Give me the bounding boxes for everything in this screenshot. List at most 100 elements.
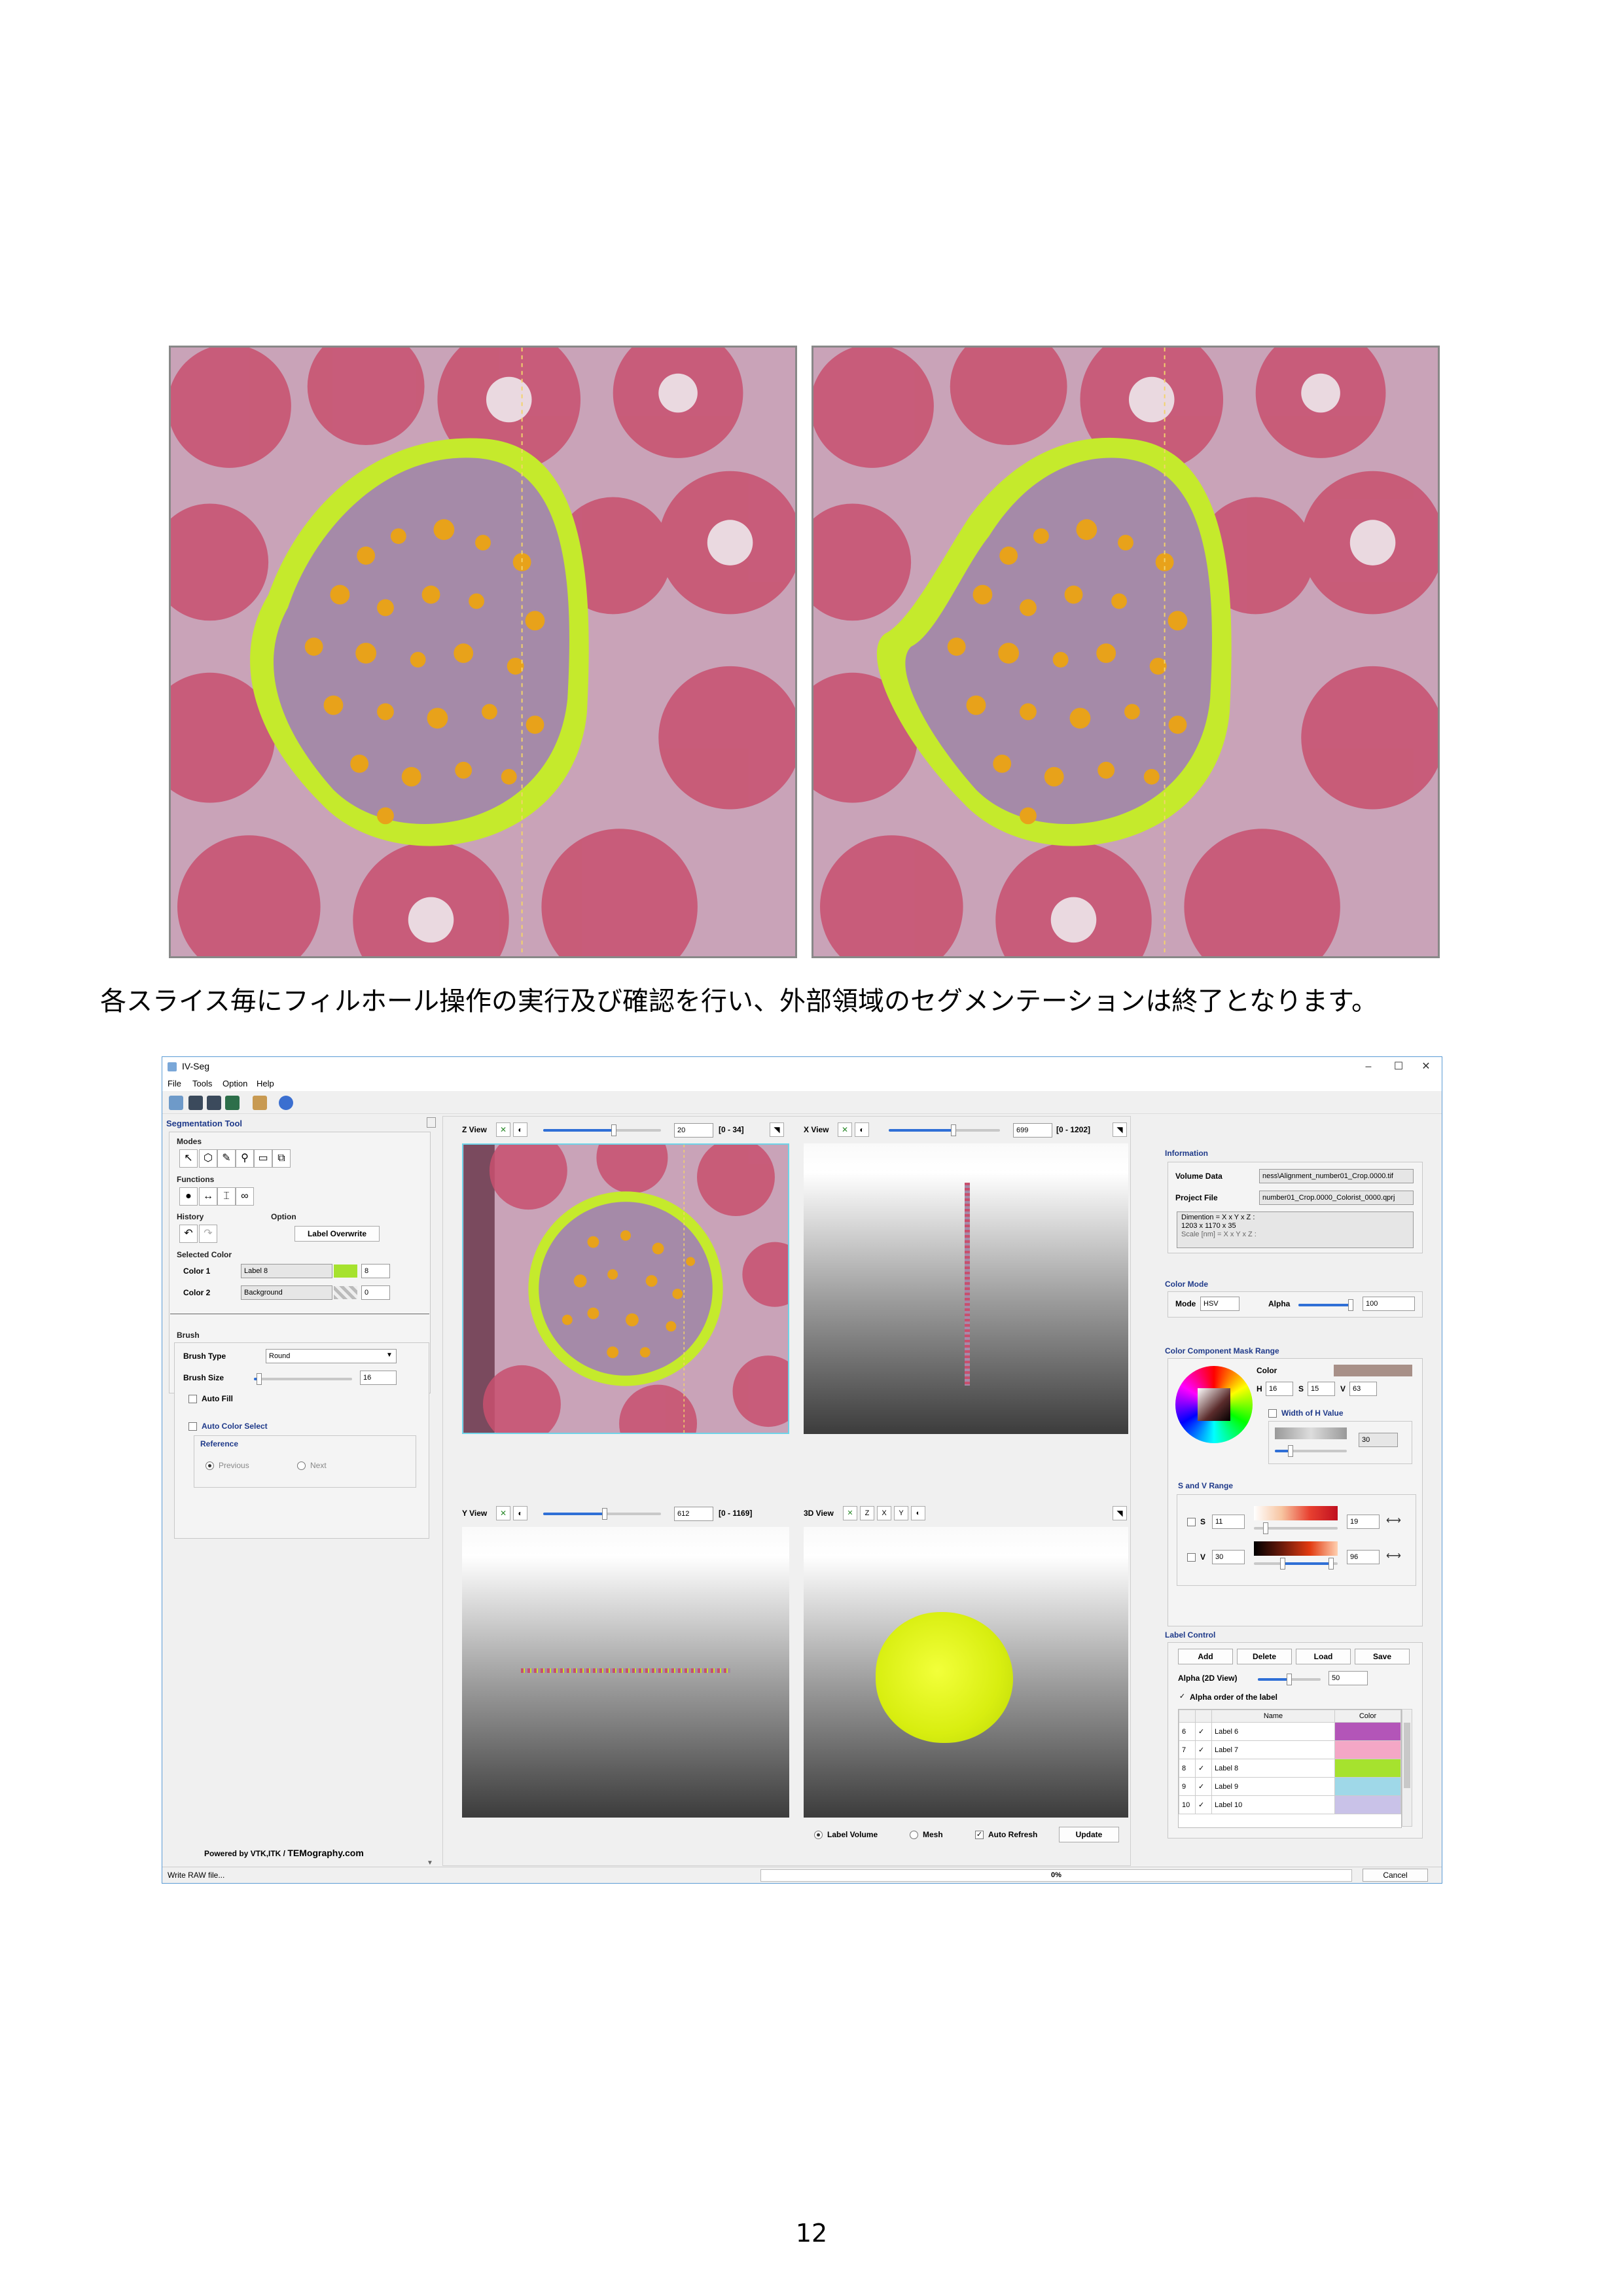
label-color-swatch[interactable] <box>1334 1722 1401 1741</box>
width-h-spinner[interactable]: 30 <box>1359 1433 1398 1447</box>
x-view-spinner[interactable]: 699 <box>1013 1123 1052 1138</box>
label-visible-checkbox[interactable]: ✓ <box>1195 1795 1212 1814</box>
h-spinner[interactable]: 16 <box>1266 1382 1293 1396</box>
close-button[interactable]: ✕ <box>1413 1058 1439 1075</box>
auto-fill-checkbox[interactable] <box>188 1395 197 1403</box>
panel-float-icon[interactable] <box>427 1117 436 1128</box>
volume-data-field[interactable]: ness\Alignment_number01_Crop.0000.tif <box>1259 1169 1414 1183</box>
alpha-slider[interactable] <box>1298 1299 1353 1311</box>
3d-view-zoom-icon[interactable]: ✕ <box>843 1506 857 1520</box>
dimension-textarea[interactable]: Dimention = X x Y x Z : 1203 x 1170 x 35… <box>1177 1211 1414 1248</box>
rectangle-mode-icon[interactable]: ▭ <box>254 1149 272 1168</box>
auto-color-select-checkbox[interactable] <box>188 1422 197 1431</box>
label-color-swatch[interactable] <box>1334 1740 1401 1759</box>
y-view-spinner[interactable]: 612 <box>674 1507 713 1521</box>
3d-view-axis-x-icon[interactable]: X <box>877 1506 891 1520</box>
z-view-camera-icon[interactable]: ◐ <box>513 1122 527 1137</box>
book-icon[interactable] <box>253 1096 267 1110</box>
menu-file[interactable]: File <box>168 1079 181 1088</box>
z-view-maximize-icon[interactable]: ◥ <box>770 1122 784 1137</box>
x-view-maximize-icon[interactable]: ◥ <box>1113 1122 1127 1137</box>
copy-mode-icon[interactable]: ⧉ <box>272 1149 291 1168</box>
label-table-scrollbar[interactable] <box>1402 1709 1412 1827</box>
y-view-camera-icon[interactable]: ◐ <box>513 1506 527 1520</box>
v-range-slider[interactable] <box>1254 1558 1338 1570</box>
3d-view-canvas[interactable] <box>804 1527 1128 1818</box>
load-label-button[interactable]: Load <box>1296 1649 1351 1664</box>
s-min-spinner[interactable]: 11 <box>1212 1515 1245 1529</box>
y-view-canvas[interactable] <box>462 1527 789 1818</box>
x-view-canvas[interactable] <box>804 1143 1128 1434</box>
3d-view-maximize-icon[interactable]: ◥ <box>1113 1506 1127 1520</box>
3d-view-axis-z-icon[interactable]: Z <box>860 1506 874 1520</box>
update-button[interactable]: Update <box>1059 1827 1119 1842</box>
mesh-radio[interactable] <box>910 1831 918 1839</box>
info-icon[interactable] <box>279 1096 293 1110</box>
label-row[interactable]: 8 ✓ Label 8 <box>1179 1759 1401 1778</box>
color-wheel[interactable] <box>1175 1366 1253 1443</box>
wand-mode-icon[interactable]: ⚲ <box>236 1149 254 1168</box>
label-row[interactable]: 6 ✓ Label 6 <box>1179 1722 1401 1741</box>
alpha2d-spinner[interactable]: 50 <box>1329 1671 1368 1685</box>
x-view-camera-icon[interactable]: ◐ <box>855 1122 869 1137</box>
label-visible-checkbox[interactable]: ✓ <box>1195 1777 1212 1796</box>
previous-radio[interactable] <box>205 1462 214 1470</box>
alpha-spinner[interactable]: 100 <box>1363 1297 1415 1311</box>
export-icon[interactable] <box>225 1096 240 1110</box>
menu-option[interactable]: Option <box>223 1079 247 1088</box>
maximize-button[interactable]: ☐ <box>1385 1058 1412 1075</box>
cancel-button[interactable]: Cancel <box>1363 1869 1428 1882</box>
label-color-swatch[interactable] <box>1334 1759 1401 1778</box>
save-icon[interactable] <box>188 1096 203 1110</box>
label-color-swatch[interactable] <box>1334 1777 1401 1796</box>
y-view-slider[interactable] <box>543 1508 661 1520</box>
s-expand-icon[interactable]: ⟷ <box>1386 1514 1401 1527</box>
x-view-zoom-icon[interactable]: ✕ <box>838 1122 852 1137</box>
save-as-icon[interactable] <box>207 1096 221 1110</box>
width-h-checkbox[interactable] <box>1268 1409 1277 1418</box>
minimize-button[interactable]: – <box>1355 1058 1382 1075</box>
label-volume-radio[interactable] <box>814 1831 823 1839</box>
v-min-spinner[interactable]: 30 <box>1212 1550 1245 1564</box>
color2-field[interactable]: Background <box>241 1285 332 1300</box>
label-row[interactable]: 10 ✓ Label 10 <box>1179 1795 1401 1814</box>
s-range-slider[interactable] <box>1254 1522 1338 1534</box>
brush-size-spinner[interactable]: 16 <box>360 1371 397 1385</box>
fill-hole-icon[interactable]: ● <box>179 1187 198 1206</box>
v-expand-icon[interactable]: ⟷ <box>1386 1549 1401 1562</box>
color-wheel-square[interactable] <box>1198 1388 1230 1421</box>
z-view-zoom-icon[interactable]: ✕ <box>496 1122 510 1137</box>
interpolate-icon[interactable]: ⌶ <box>217 1187 236 1206</box>
brush-type-select[interactable]: Round <box>266 1349 397 1363</box>
alpha2d-slider[interactable] <box>1258 1674 1321 1685</box>
swap-icon[interactable]: ↔ <box>199 1187 217 1206</box>
z-view-spinner[interactable]: 20 <box>674 1123 713 1138</box>
mode-select[interactable]: HSV <box>1200 1297 1240 1311</box>
next-radio[interactable] <box>297 1462 306 1470</box>
x-view-slider[interactable] <box>889 1124 1000 1136</box>
v-max-spinner[interactable]: 96 <box>1347 1550 1380 1564</box>
menu-help[interactable]: Help <box>257 1079 274 1088</box>
scroll-down-icon[interactable]: ▼ <box>427 1859 433 1867</box>
s-max-spinner[interactable]: 19 <box>1347 1515 1380 1529</box>
label-visible-checkbox[interactable]: ✓ <box>1195 1722 1212 1741</box>
menu-tools[interactable]: Tools <box>192 1079 212 1088</box>
label-row[interactable]: 9 ✓ Label 9 <box>1179 1777 1401 1796</box>
y-view-zoom-icon[interactable]: ✕ <box>496 1506 510 1520</box>
scrollbar-thumb[interactable] <box>1404 1723 1410 1788</box>
z-view-slider[interactable] <box>543 1124 661 1136</box>
width-h-slider[interactable] <box>1275 1445 1347 1457</box>
s-range-checkbox[interactable] <box>1187 1518 1196 1526</box>
s-spinner[interactable]: 15 <box>1308 1382 1335 1396</box>
3d-view-camera-icon[interactable]: ◐ <box>911 1506 925 1520</box>
lasso-mode-icon[interactable]: ⬡ <box>199 1149 217 1168</box>
label-visible-checkbox[interactable]: ✓ <box>1195 1759 1212 1778</box>
color1-index-spinner[interactable]: 8 <box>361 1264 390 1278</box>
v-range-checkbox[interactable] <box>1187 1553 1196 1562</box>
3d-view-axis-y-icon[interactable]: Y <box>894 1506 908 1520</box>
redo-icon[interactable]: ↷ <box>199 1225 217 1243</box>
alpha-order-checkbox[interactable]: ✓ <box>1178 1693 1186 1702</box>
label-visible-checkbox[interactable]: ✓ <box>1195 1740 1212 1759</box>
color1-field[interactable]: Label 8 <box>241 1264 332 1278</box>
auto-refresh-checkbox[interactable]: ✓ <box>975 1831 984 1839</box>
